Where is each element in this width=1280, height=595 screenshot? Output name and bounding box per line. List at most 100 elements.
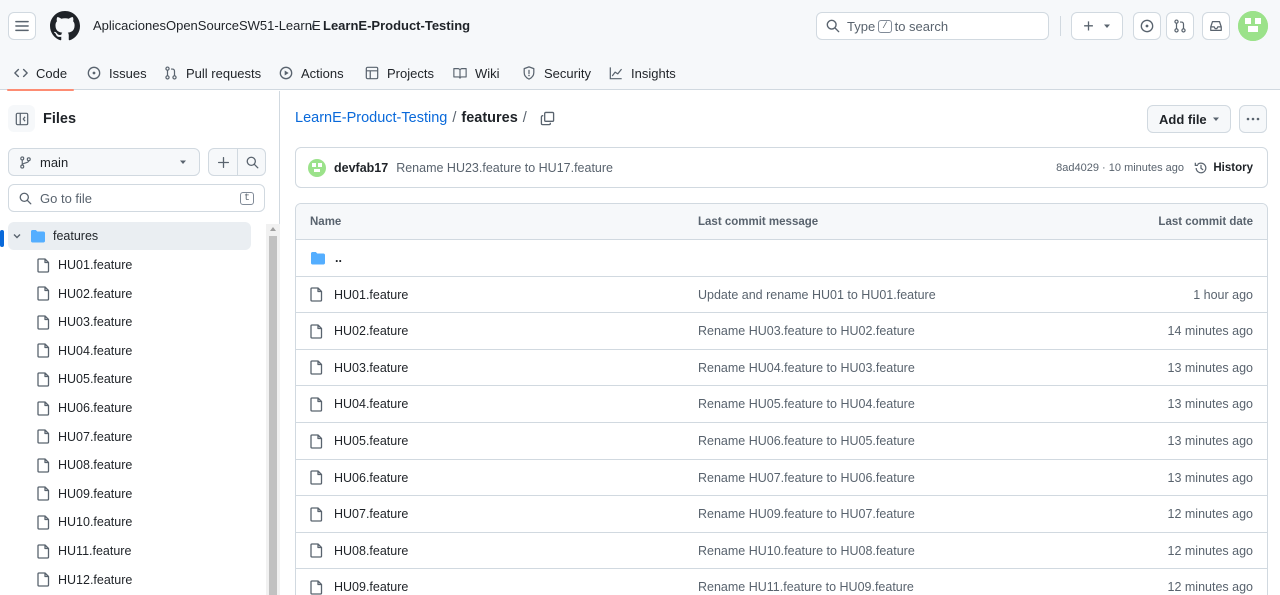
history-button[interactable]: History: [1194, 161, 1253, 175]
file-name-link[interactable]: HU01.feature: [334, 288, 408, 302]
file-name-link[interactable]: HU06.feature: [334, 471, 408, 485]
breadcrumb-separator: /: [311, 18, 315, 33]
file-name-link[interactable]: HU04.feature: [334, 397, 408, 411]
menu-button[interactable]: [8, 12, 36, 40]
header-commit-message: Last commit message: [698, 216, 819, 228]
table-row: HU01.feature Update and rename HU01 to HU…: [296, 277, 1267, 314]
repo-link[interactable]: LearnE-Product-Testing: [323, 18, 470, 34]
search-shortcut-key: /: [878, 19, 892, 33]
search-input[interactable]: Type / to search: [816, 12, 1049, 40]
commit-author[interactable]: devfab17: [334, 161, 388, 175]
tree-file-item[interactable]: HU05.feature: [0, 365, 252, 393]
tab-insights[interactable]: Insights: [609, 56, 676, 90]
add-file-button[interactable]: Add file: [1147, 105, 1231, 133]
copy-path-icon[interactable]: [540, 111, 555, 126]
tree-folder-label: features: [53, 229, 99, 243]
file-icon: [37, 286, 50, 301]
table-row: HU03.feature Rename HU04.feature to HU03.…: [296, 350, 1267, 387]
scroll-up-arrow-icon[interactable]: [269, 226, 277, 232]
tab-pull-requests[interactable]: Pull requests: [164, 56, 261, 90]
commit-message-link[interactable]: Rename HU04.feature to HU03.feature: [698, 350, 915, 386]
more-options-button[interactable]: [1239, 105, 1267, 133]
file-name-link[interactable]: HU09.feature: [334, 580, 408, 594]
file-name-cell[interactable]: HU05.feature: [310, 423, 408, 459]
tab-actions[interactable]: Actions: [279, 56, 344, 90]
file-name-link[interactable]: HU02.feature: [334, 324, 408, 338]
play-icon: [279, 66, 293, 80]
file-name-cell[interactable]: HU06.feature: [310, 460, 408, 496]
table-header: Name Last commit message Last commit dat…: [296, 204, 1267, 240]
commit-date: 1 hour ago: [1193, 287, 1253, 302]
file-name-link[interactable]: HU03.feature: [334, 361, 408, 375]
tree-file-item[interactable]: HU08.feature: [0, 451, 252, 479]
file-name-link[interactable]: HU08.feature: [334, 544, 408, 558]
file-icon: [310, 397, 323, 412]
sidebar-scrollbar-thumb[interactable]: [269, 236, 277, 595]
file-name-link[interactable]: HU05.feature: [334, 434, 408, 448]
tree-file-label: HU05.feature: [58, 372, 133, 387]
tree-file-item[interactable]: HU09.feature: [0, 480, 252, 508]
tree-file-item[interactable]: HU10.feature: [0, 508, 252, 536]
file-icon: [310, 470, 323, 485]
tree-file-item[interactable]: HU11.feature: [0, 537, 252, 565]
tab-security[interactable]: Security: [522, 56, 591, 90]
tree-file-item[interactable]: HU06.feature: [0, 394, 252, 422]
breadcrumb-separator: /: [452, 110, 457, 126]
create-new-button[interactable]: +: [1071, 12, 1123, 40]
commit-message-link[interactable]: Rename HU06.feature to HU05.feature: [698, 423, 915, 459]
author-avatar[interactable]: [308, 158, 326, 177]
parent-directory-row[interactable]: ..: [296, 240, 1267, 277]
breadcrumb-repo-link[interactable]: LearnE-Product-Testing: [295, 110, 447, 126]
tab-projects[interactable]: Projects: [365, 56, 434, 90]
tree-file-label: HU04.feature: [58, 343, 133, 358]
file-icon: [37, 343, 50, 358]
file-name-cell[interactable]: HU04.feature: [310, 386, 408, 422]
table-icon: [365, 66, 379, 80]
pull-requests-shortcut-button[interactable]: [1166, 12, 1194, 40]
commit-message[interactable]: Rename HU23.feature to HU17.feature: [396, 161, 613, 175]
tree-file-item[interactable]: HU04.feature: [0, 337, 252, 365]
tree-file-item[interactable]: HU01.feature: [0, 251, 252, 279]
file-name-cell[interactable]: HU02.feature: [310, 313, 408, 349]
commit-message-link[interactable]: Rename HU11.feature to HU09.feature: [698, 569, 914, 595]
file-name-link[interactable]: HU07.feature: [334, 507, 408, 521]
commit-message-link[interactable]: Rename HU05.feature to HU04.feature: [698, 386, 915, 422]
breadcrumb-trailing-separator: /: [522, 110, 527, 126]
tab-label: Security: [544, 65, 591, 81]
commit-message-link[interactable]: Rename HU09.feature to HU07.feature: [698, 496, 915, 532]
commit-message-link[interactable]: Update and rename HU01 to HU01.feature: [698, 277, 936, 313]
tree-file-label: HU01.feature: [58, 258, 133, 272]
tab-code[interactable]: Code: [6, 56, 75, 91]
user-avatar[interactable]: [1238, 11, 1268, 41]
commit-message-link[interactable]: Rename HU10.feature to HU08.feature: [698, 533, 915, 569]
collapse-sidebar-button[interactable]: [8, 105, 35, 132]
file-icon: [310, 324, 323, 339]
tab-wiki[interactable]: Wiki: [453, 56, 500, 90]
tree-file-item[interactable]: HU07.feature: [0, 423, 252, 451]
issues-shortcut-button[interactable]: [1133, 12, 1161, 40]
file-name-cell[interactable]: HU03.feature: [310, 350, 408, 386]
issue-icon: [1140, 19, 1154, 33]
inbox-button[interactable]: [1202, 12, 1230, 40]
commit-message-link[interactable]: Rename HU03.feature to HU02.feature: [698, 313, 915, 349]
file-tree: features HU01.feature HU02.feature HU03.fe…: [0, 129, 264, 595]
table-row: HU04.feature Rename HU05.feature to HU04.…: [296, 386, 1267, 423]
file-name-cell[interactable]: HU08.feature: [310, 533, 408, 569]
tree-file-item[interactable]: HU12.feature: [0, 566, 252, 594]
tree-file-item[interactable]: HU02.feature: [0, 280, 252, 308]
tree-folder-features[interactable]: features: [8, 222, 251, 250]
file-name-cell[interactable]: HU09.feature: [310, 569, 408, 595]
file-name-cell[interactable]: HU01.feature: [310, 277, 408, 313]
commit-meta[interactable]: 8ad4029 · 10 minutes ago: [1056, 162, 1184, 174]
book-icon: [453, 68, 467, 79]
tab-issues[interactable]: Issues: [87, 56, 147, 90]
tree-file-item[interactable]: HU03.feature: [0, 308, 252, 336]
file-table: Name Last commit message Last commit dat…: [295, 203, 1268, 595]
commit-message-link[interactable]: Rename HU07.feature to HU06.feature: [698, 460, 915, 496]
owner-link[interactable]: AplicacionesOpenSourceSW51-LearnE: [93, 18, 321, 34]
tab-label: Wiki: [475, 65, 500, 81]
file-name-cell[interactable]: HU07.feature: [310, 496, 408, 532]
parent-dir-label: ..: [335, 251, 342, 265]
pull-request-icon: [165, 66, 177, 80]
github-logo-icon[interactable]: [50, 11, 80, 41]
